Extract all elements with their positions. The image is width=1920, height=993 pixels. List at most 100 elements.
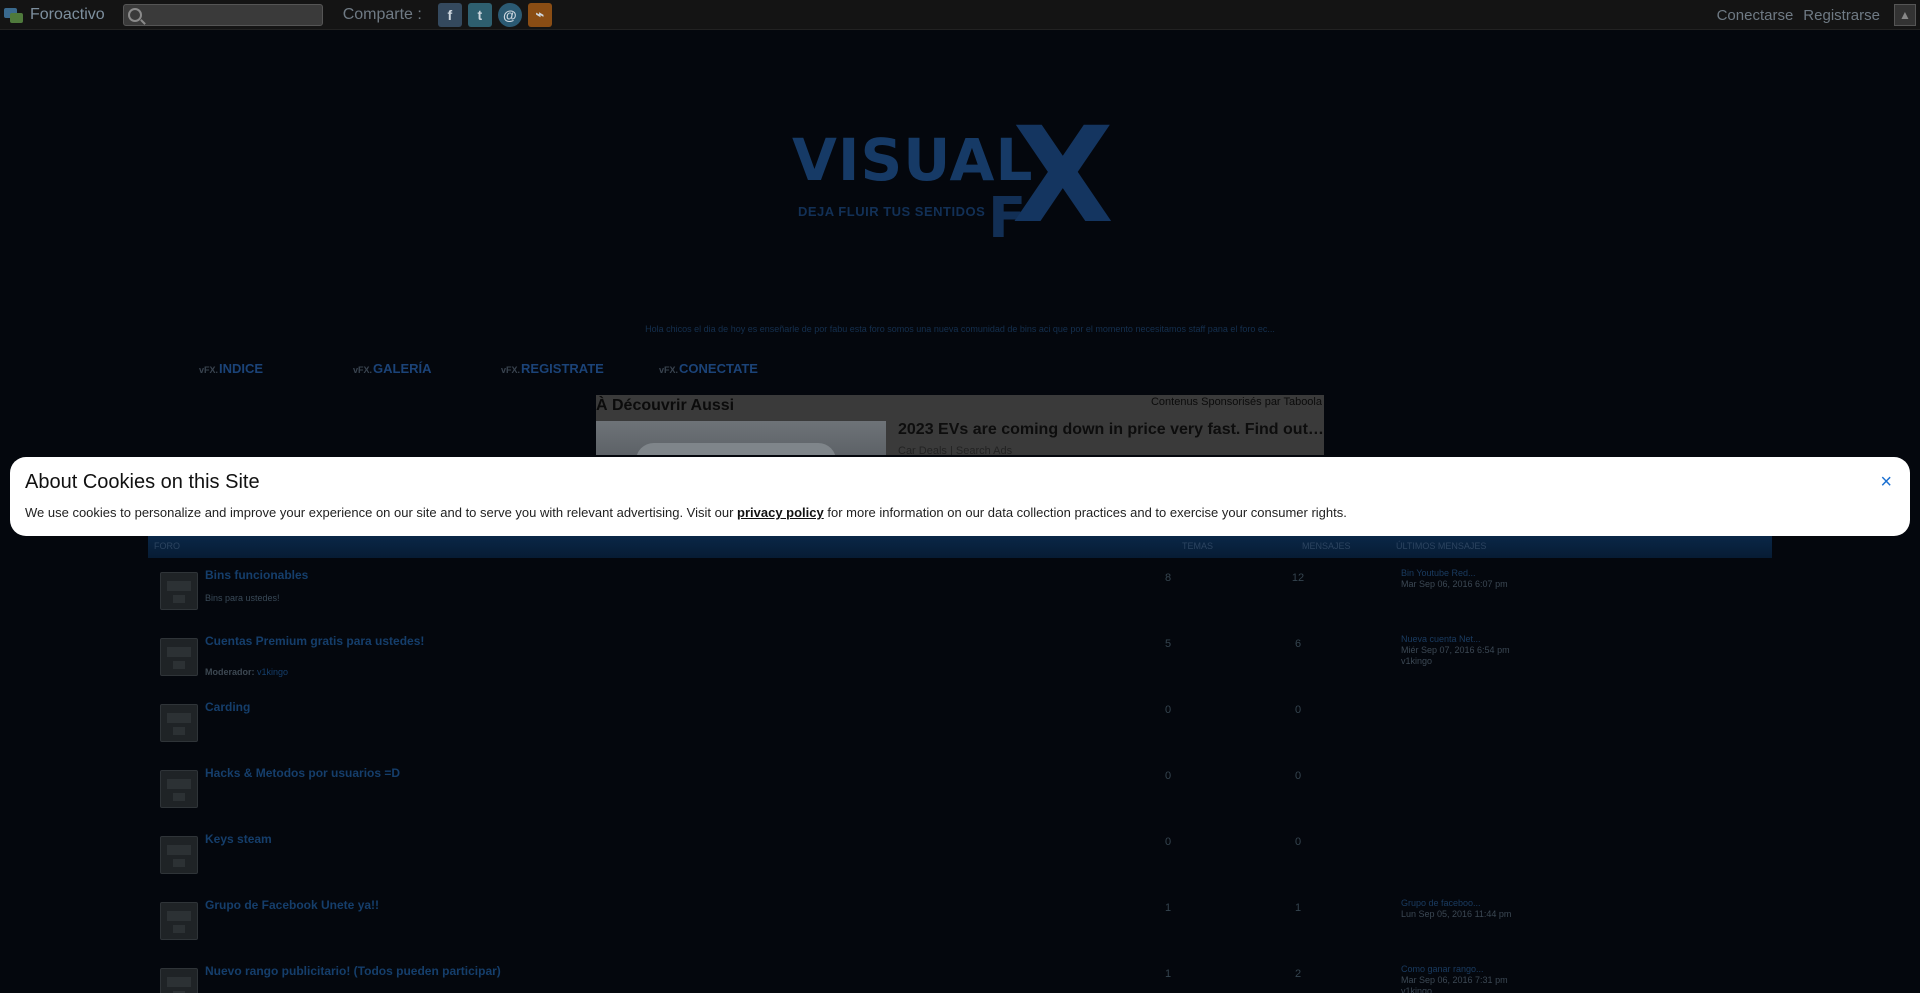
nav-gallery[interactable]: vFX.GALERÍA	[353, 361, 432, 376]
sponsored-title: À Découvrir Aussi	[596, 397, 735, 414]
forum-title[interactable]: Nuevo rango publicitario! (Todos pueden …	[205, 964, 501, 978]
last-post-title[interactable]: Bin Youtube Red...	[1401, 568, 1508, 579]
header-forum: Foro	[154, 541, 180, 551]
sponsored-image[interactable]	[596, 421, 886, 455]
nav-label: REGISTRATE	[521, 361, 604, 376]
logo-word: VISUAL	[792, 126, 1034, 194]
forum-topics-count: 0	[1164, 836, 1172, 848]
brand-link[interactable]: Foroactivo	[4, 6, 105, 24]
cookie-text-after: for more information on our data collect…	[823, 505, 1347, 520]
share-label: Comparte :	[342, 5, 422, 23]
last-post-user[interactable]: v1kingo	[1401, 986, 1508, 993]
nav-index[interactable]: vFX.INDICE	[199, 361, 263, 376]
forum-moderator: Moderador: v1kingo	[205, 667, 288, 677]
close-icon[interactable]: ×	[1880, 471, 1892, 494]
nav-label: GALERÍA	[373, 361, 432, 376]
site-logo[interactable]: VISUAL F X DEJA FLUIR TUS SENTIDOS	[790, 110, 1120, 253]
forum-status-icon	[160, 638, 198, 676]
last-post-title[interactable]: Nueva cuenta Net...	[1401, 634, 1510, 645]
sponsored-by[interactable]: Contenus Sponsorisés par Taboola	[1151, 396, 1322, 408]
forum-status-icon	[160, 902, 198, 940]
cookie-banner: About Cookies on this Site We use cookie…	[10, 457, 1910, 536]
nav-prefix: vFX.	[199, 365, 219, 375]
announcement-marquee: Hola chicos el dia de hoy es enseñarle d…	[645, 324, 1275, 334]
forum-status-icon	[160, 704, 198, 742]
forum-title[interactable]: Carding	[205, 700, 250, 714]
forum-topics-count: 0	[1164, 704, 1172, 716]
register-link[interactable]: Registrarse	[1803, 7, 1880, 24]
search-input[interactable]	[149, 7, 320, 22]
twitter-icon[interactable]: t	[467, 2, 492, 27]
logo-tagline: DEJA FLUIR TUS SENTIDOS	[798, 204, 986, 219]
cookie-title: About Cookies on this Site	[25, 471, 260, 493]
forum-description: Bins para ustedes!	[205, 593, 280, 603]
forum-logo-icon	[4, 6, 24, 24]
last-post-date: Mar Sep 06, 2016 6:07 pm	[1401, 579, 1508, 589]
forum-topics-count: 1	[1164, 968, 1172, 980]
forum-status-icon	[160, 572, 198, 610]
sponsored-source: Car Deals | Search Ads	[898, 445, 1013, 455]
forum-row: Carding 0 0	[148, 690, 1772, 756]
nav-prefix: vFX.	[501, 365, 521, 375]
forum-messages-count: 1	[1294, 902, 1302, 914]
nav-register[interactable]: vFX.REGISTRATE	[501, 361, 604, 376]
cookie-text-before: We use cookies to personalize and improv…	[25, 505, 738, 520]
forum-topics-count: 1	[1164, 902, 1172, 914]
top-toolbar: Foroactivo Comparte : f t @ ⌁ Conectarse…	[0, 0, 1920, 30]
forum-status-icon	[160, 770, 198, 808]
header-topics: Temas	[1182, 541, 1214, 551]
forum-row: Grupo de Facebook Unete ya!! 1 1 Grupo d…	[148, 888, 1772, 954]
forum-topics-count: 5	[1164, 638, 1172, 650]
last-post-date: Miér Sep 07, 2016 6:54 pm	[1401, 645, 1510, 655]
last-post-date: Lun Sep 05, 2016 11:44 pm	[1401, 909, 1512, 919]
forum-title[interactable]: Grupo de Facebook Unete ya!!	[205, 898, 379, 912]
forum-title[interactable]: Bins funcionables	[205, 568, 308, 582]
forum-messages-count: 0	[1294, 704, 1302, 716]
facebook-icon[interactable]: f	[437, 2, 462, 27]
scroll-top-icon[interactable]: ▲	[1894, 4, 1916, 26]
last-post-user[interactable]: v1kingo	[1401, 656, 1510, 667]
forum-messages-count: 6	[1294, 638, 1302, 650]
forum-last-post: Grupo de faceboo... Lun Sep 05, 2016 11:…	[1401, 898, 1511, 920]
sponsored-widget: À Découvrir Aussi Contenus Sponsorisés p…	[596, 395, 1324, 455]
forum-title[interactable]: Keys steam	[205, 832, 272, 846]
login-link[interactable]: Conectarse	[1717, 7, 1794, 24]
last-post-title[interactable]: Como ganar rango...	[1401, 964, 1508, 975]
main-nav: vFX.INDICE vFX.GALERÍA vFX.REGISTRATE vF…	[0, 361, 1920, 381]
logo-fx-x: X	[1012, 99, 1114, 253]
moderator-link[interactable]: v1kingo	[257, 667, 288, 677]
forum-messages-count: 2	[1294, 968, 1302, 980]
forum-last-post: Como ganar rango... Mar Sep 06, 2016 7:3…	[1401, 964, 1508, 993]
last-post-title[interactable]: Grupo de faceboo...	[1401, 898, 1511, 909]
nav-login[interactable]: vFX.CONECTATE	[659, 361, 758, 376]
forum-last-post: Nueva cuenta Net... Miér Sep 07, 2016 6:…	[1401, 634, 1510, 667]
moderator-label: Moderador:	[205, 667, 255, 677]
rss-icon[interactable]: ⌁	[527, 2, 552, 27]
forum-status-icon	[160, 836, 198, 874]
email-icon[interactable]: @	[497, 2, 522, 27]
nav-prefix: vFX.	[659, 365, 679, 375]
nav-prefix: vFX.	[353, 365, 373, 375]
brand-label: Foroactivo	[30, 5, 105, 23]
nav-label: INDICE	[219, 361, 264, 376]
forum-messages-count: 0	[1294, 770, 1302, 782]
search-box[interactable]	[122, 3, 323, 26]
forum-status-icon	[160, 968, 198, 993]
forum-row: Cuentas Premium gratis para ustedes! Mod…	[148, 624, 1772, 690]
forum-messages-count: 0	[1294, 836, 1302, 848]
forum-topics-count: 0	[1164, 770, 1172, 782]
forum-row: Keys steam 0 0	[148, 822, 1772, 888]
forum-title[interactable]: Hacks & Metodos por usuarios =D	[205, 766, 400, 780]
nav-label: CONECTATE	[679, 361, 758, 376]
forum-last-post: Bin Youtube Red... Mar Sep 06, 2016 6:07…	[1401, 568, 1508, 590]
forum-row: Bins funcionables Bins para ustedes! 8 1…	[148, 558, 1772, 624]
last-post-date: Mar Sep 06, 2016 7:31 pm	[1401, 975, 1508, 985]
privacy-policy-link[interactable]: privacy policy	[737, 505, 824, 520]
sponsored-headline[interactable]: 2023 EVs are coming down in price very f…	[898, 421, 1324, 439]
forum-title[interactable]: Cuentas Premium gratis para ustedes!	[205, 634, 424, 648]
account-links: Conectarse Registrarse ▲	[1717, 0, 1920, 30]
cookie-text: We use cookies to personalize and improv…	[25, 505, 1347, 520]
forum-table-header: Foro Temas Mensajes Últimos Mensajes	[148, 536, 1772, 558]
header-last-posts: Últimos Mensajes	[1396, 541, 1487, 551]
forum-row: Hacks & Metodos por usuarios =D 0 0	[148, 756, 1772, 822]
